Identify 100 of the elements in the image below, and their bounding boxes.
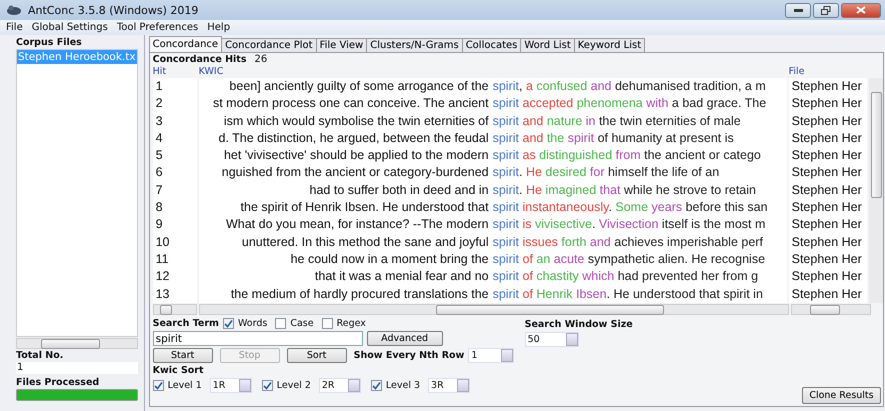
nth-row-spinner[interactable]: 1: [468, 348, 514, 363]
checkbox[interactable]: [262, 380, 273, 391]
left-context: that it was a menial fear and no: [314, 268, 489, 286]
checkbox-label: Level 2: [276, 380, 311, 391]
hit-number: 5: [154, 147, 164, 164]
checkbox-label: Level 3: [386, 380, 420, 391]
file-name: Stephen Her: [790, 250, 863, 268]
checkbox[interactable]: [222, 318, 234, 329]
file-name: Stephen Her: [790, 112, 863, 130]
checkbox[interactable]: [370, 380, 382, 391]
tab[interactable]: Keyword List: [574, 38, 646, 52]
column-header[interactable]: Hit: [152, 66, 199, 78]
menu-item[interactable]: File: [6, 22, 23, 33]
total-field: 1: [16, 362, 138, 374]
file-name: Stephen Her: [790, 286, 863, 303]
file-name: Stephen Her: [790, 182, 863, 199]
minimize-icon: [794, 8, 802, 12]
left-context: What do you mean, for instance? --The modern: [224, 216, 489, 234]
minimize-button[interactable]: [785, 2, 811, 18]
hit-number: 2: [154, 95, 164, 112]
checkbox[interactable]: [152, 380, 164, 391]
action-button[interactable]: Start: [152, 348, 213, 363]
clone-results-button[interactable]: Clone Results: [802, 387, 881, 404]
level-spinner[interactable]: 2R: [318, 378, 361, 393]
left-context: unuttered. In this method the sane and joyful: [240, 234, 489, 251]
checkbox-label: Level 1: [168, 380, 202, 391]
level-spinner[interactable]: 3R: [428, 378, 470, 393]
checkbox[interactable]: [322, 318, 333, 329]
advanced-button[interactable]: Advanced: [366, 331, 443, 346]
left-context: he could now in a moment bring the: [290, 250, 489, 268]
left-context: st modern process one can conceive. The ancient: [212, 95, 489, 112]
left-context: the spirit of Henrik Ibsen. He understood that: [240, 199, 489, 216]
kwic-sort-label: Kwic Sort: [152, 365, 205, 376]
right-context: spirit. He imagined that while he strove to retain: [492, 182, 756, 199]
right-context: spirit of chastity which had prevented her from g: [492, 268, 758, 286]
close-icon: [856, 6, 866, 14]
file-name: Stephen Her: [790, 147, 863, 164]
search-term-label: Search Term: [152, 318, 219, 329]
hit-number: 6: [154, 164, 164, 182]
tab[interactable]: Collocates: [462, 38, 522, 52]
left-context: d. The distinction, he argued, between the feudal: [218, 130, 489, 147]
tab[interactable]: Concordance: [148, 36, 222, 52]
vertical-scrollbar[interactable]: [868, 78, 883, 303]
left-context: het 'vivisective' should be applied to the modern: [222, 147, 489, 164]
file-name: Stephen Her: [790, 95, 863, 112]
close-button[interactable]: [841, 2, 881, 18]
column-header[interactable]: KWIC: [198, 66, 789, 78]
left-context: nguished from the ancient or category-burdened: [220, 164, 489, 182]
hit-number: 3: [154, 112, 164, 130]
right-context: spirit, a confused and dehumanised tradition, a m: [492, 78, 766, 95]
tab[interactable]: Concordance Plot: [221, 38, 317, 52]
right-context: spirit and nature in the twin eternities of male: [492, 112, 741, 130]
menu-item[interactable]: Help: [207, 22, 230, 33]
file-name: Stephen Her: [790, 268, 863, 286]
tab[interactable]: File View: [316, 38, 368, 52]
nth-row-label: Show Every Nth Row: [354, 350, 464, 361]
left-context: ism which would symbolise the twin eternities of: [222, 112, 489, 130]
right-context: spirit is vivisective. Vivisection itself is the most m: [492, 216, 766, 234]
file-name: Stephen Her: [790, 78, 863, 95]
corpus-files-label: Corpus Files: [16, 37, 83, 48]
right-context: spirit instantaneously. Some years before this san: [492, 199, 768, 216]
app-icon: [6, 4, 22, 16]
right-context: spirit accepted phenomena with a bad grace. The: [492, 95, 766, 112]
right-context: spirit of an acute sympathetic alien. He recognise: [492, 250, 766, 268]
hit-number: 11: [154, 250, 170, 268]
checkbox[interactable]: [275, 318, 286, 329]
file-name: Stephen Her: [790, 130, 863, 147]
left-context: had to suffer both in deed and in: [308, 182, 489, 199]
hit-number: 12: [154, 268, 171, 286]
restore-icon: [821, 6, 831, 14]
hit-number: 7: [154, 182, 164, 199]
horizontal-scrollbar[interactable]: [16, 338, 138, 349]
total-label: Total No.: [16, 350, 64, 361]
window-title: AntConc 3.5.8 (Windows) 2019: [28, 4, 200, 16]
checkbox-label: Words: [238, 318, 268, 329]
hit-number: 9: [154, 216, 164, 234]
file-name: Stephen Her: [790, 216, 863, 234]
window-size-spinner[interactable]: 50: [524, 332, 579, 347]
right-context: spirit and the spirit of humanity at present is: [492, 130, 734, 147]
window-size-label: Search Window Size: [524, 319, 633, 330]
level-spinner[interactable]: 1R: [210, 378, 252, 393]
file-name: Stephen Her: [790, 234, 863, 251]
horizontal-scrollbar[interactable]: [790, 304, 871, 315]
search-field[interactable]: spirit: [152, 331, 363, 346]
action-button[interactable]: Sort: [286, 348, 347, 363]
hit-number: 1: [154, 78, 164, 95]
horizontal-scrollbar[interactable]: [198, 304, 789, 315]
menu-item[interactable]: Global Settings: [32, 22, 108, 33]
checkbox-label: Case: [290, 318, 314, 329]
file-name: Stephen Her: [790, 199, 863, 216]
right-context: spirit as distinguished from the ancient or catego: [492, 147, 761, 164]
tab[interactable]: Word List: [520, 38, 575, 52]
column-header[interactable]: File: [788, 66, 869, 78]
right-context: spirit issues forth and achieves imperishable perf: [492, 234, 763, 251]
file-name: Stephen Her: [790, 164, 863, 182]
menu-item[interactable]: Tool Preferences: [116, 22, 198, 33]
restore-button[interactable]: [813, 2, 839, 18]
tab[interactable]: Clusters/N-Grams: [366, 38, 463, 52]
left-context: the medium of hardly procured translations the: [230, 286, 489, 303]
horizontal-scrollbar[interactable]: [152, 304, 197, 315]
